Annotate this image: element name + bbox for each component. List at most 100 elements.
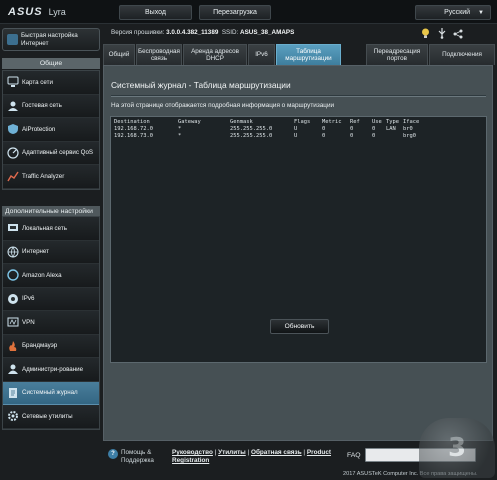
sidebar-item-label: IPv6 xyxy=(22,295,35,303)
table-header-row: Destination Gateway Genmask Flags Metric Ref U… xyxy=(112,119,421,126)
refresh-button[interactable]: Обновить xyxy=(270,319,329,334)
footer-link[interactable]: Утилиты xyxy=(218,449,246,456)
reboot-button[interactable]: Перезагрузка xyxy=(199,5,271,20)
sidebar-item-vpn[interactable]: VPN xyxy=(3,311,99,335)
sidebar-item-label: Локальная сеть xyxy=(22,224,67,232)
sidebar-item-globe[interactable]: Интернет xyxy=(3,240,99,264)
tab-3[interactable]: IPv6 xyxy=(248,44,275,65)
table-row: 192.168.72.0 * 255.255.255.0 U 0 0 0 LAN br0 xyxy=(112,126,421,133)
alexa-icon xyxy=(7,269,19,281)
sidebar-item-label: Интернет xyxy=(22,248,49,256)
gear-icon xyxy=(7,410,19,422)
footer-link[interactable]: Обратная связь xyxy=(251,449,302,456)
footer-link[interactable]: Руководство xyxy=(172,449,213,456)
watermark-logo: 3 xyxy=(419,418,495,478)
divider-highlight xyxy=(111,96,486,97)
general-nav: Карта сети Гостевая сеть AiProtection Адапт… xyxy=(2,70,100,190)
sidebar-item-label: Сетевые утилиты xyxy=(22,412,73,420)
sidebar: Быстрая настройка Интернет Общие Карта с… xyxy=(0,24,101,441)
sidebar-item-label: VPN xyxy=(22,318,35,326)
firmware-label: Версия прошивки: xyxy=(111,29,165,36)
sidebar-item-label: Администри-рование xyxy=(22,365,84,373)
top-bar: ASUS Lyra Выход Перезагрузка Русский ▼ xyxy=(0,0,497,24)
tab-bar: Общий Беспроводная связь Аренда адресов DH… xyxy=(103,44,497,65)
table-cell: 0 xyxy=(372,133,376,139)
tab-4[interactable]: Таблица маршрутизации xyxy=(276,44,341,65)
table-cell: U xyxy=(294,126,298,132)
language-select[interactable]: Русский ▼ xyxy=(415,5,491,20)
sidebar-item-alexa[interactable]: Amazon Alexa xyxy=(3,264,99,288)
share-icon[interactable] xyxy=(452,28,463,39)
lightbulb-icon[interactable] xyxy=(420,28,431,39)
ipv6-icon xyxy=(7,293,19,305)
tab-6[interactable]: Подключения xyxy=(429,44,495,65)
help-support[interactable]: ? Помощь & Поддержка xyxy=(108,449,165,464)
help-label: Помощь & Поддержка xyxy=(121,449,154,464)
globe-icon xyxy=(7,246,19,258)
chevron-down-icon: ▼ xyxy=(478,9,484,16)
admin-icon xyxy=(7,363,19,375)
advanced-nav: Локальная сеть Интернет Amazon Alexa IPv6 VP… xyxy=(2,216,100,430)
footer-links: Руководство | Утилиты | Обратная связь |… xyxy=(172,449,342,465)
table-cell: brg0 xyxy=(402,133,416,139)
table-cell: 192.168.73.0 xyxy=(114,133,153,139)
network-map-icon xyxy=(7,76,19,88)
status-icons xyxy=(420,28,463,39)
sidebar-item-gear[interactable]: Сетевые утилиты xyxy=(3,405,99,429)
faq-label: FAQ xyxy=(347,452,361,459)
table-cell: 255.255.255.0 xyxy=(230,126,273,132)
column-header: Type xyxy=(386,119,399,125)
page-title: Системный журнал - Таблица маршрутизации xyxy=(111,80,291,90)
table-cell: U xyxy=(294,133,298,139)
firmware-info: Версия прошивки: 3.0.0.4.382_11389 SSID:… xyxy=(111,29,294,36)
sidebar-item-ipv6[interactable]: IPv6 xyxy=(3,287,99,311)
column-header: Genmask xyxy=(230,119,253,125)
tab-2[interactable]: Аренда адресов DHCP xyxy=(183,44,247,65)
tab-5[interactable]: Переадресация портов xyxy=(366,44,428,65)
general-section-title: Общие xyxy=(2,58,100,69)
sidebar-item-guest-network[interactable]: Гостевая сеть xyxy=(3,94,99,118)
table-cell: * xyxy=(178,133,182,139)
column-header: Gateway xyxy=(178,119,201,125)
table-cell: * xyxy=(178,126,182,132)
ssid-label: SSID: xyxy=(221,29,239,36)
sidebar-item-shield[interactable]: AiProtection xyxy=(3,118,99,142)
sidebar-item-log[interactable]: Системный журнал xyxy=(3,381,99,405)
sidebar-item-firewall[interactable]: Брандмауэр xyxy=(3,334,99,358)
quick-setup-label: Быстрая настройка Интернет xyxy=(21,32,78,47)
quick-setup-button[interactable]: Быстрая настройка Интернет xyxy=(2,28,100,51)
usb-icon[interactable] xyxy=(436,28,447,39)
shield-icon xyxy=(7,123,19,135)
tab-1[interactable]: Беспроводная связь xyxy=(136,44,182,65)
routing-table: Destination Gateway Genmask Flags Metric Ref U… xyxy=(112,119,421,140)
sidebar-item-label: Адаптивный сервис QoS xyxy=(22,149,94,157)
lan-icon xyxy=(7,222,19,234)
sidebar-item-chart[interactable]: Traffic Analyzer xyxy=(3,165,99,189)
logout-button[interactable]: Выход xyxy=(119,5,192,20)
column-header: Use xyxy=(372,119,382,125)
table-cell: br0 xyxy=(402,126,413,132)
column-header: Iface xyxy=(402,119,420,125)
tab-0[interactable]: Общий xyxy=(103,44,135,65)
sidebar-item-qos[interactable]: Адаптивный сервис QoS xyxy=(3,141,99,165)
qos-icon xyxy=(7,147,19,159)
sidebar-item-lan[interactable]: Локальная сеть xyxy=(3,217,99,241)
table-row: 192.168.73.0 * 255.255.255.0 U 0 0 0 brg0 xyxy=(112,133,421,140)
table-cell: LAN xyxy=(386,126,396,132)
sidebar-item-label: Гостевая сеть xyxy=(22,102,62,110)
table-cell: 0 xyxy=(322,126,326,132)
sidebar-item-label: Системный журнал xyxy=(22,389,78,397)
table-cell: 255.255.255.0 xyxy=(230,133,273,139)
guest-network-icon xyxy=(7,100,19,112)
sidebar-item-label: Amazon Alexa xyxy=(22,271,62,279)
help-icon: ? xyxy=(108,449,118,459)
firewall-icon xyxy=(7,340,19,352)
page-description: На этой странице отображается подробная … xyxy=(111,102,335,109)
sidebar-item-network-map[interactable]: Карта сети xyxy=(3,71,99,95)
log-icon xyxy=(7,387,19,399)
sidebar-item-admin[interactable]: Администри-рование xyxy=(3,358,99,382)
language-value: Русский xyxy=(444,9,471,16)
brand-name: ASUS xyxy=(8,6,43,18)
column-header: Ref xyxy=(350,119,360,125)
table-cell: 0 xyxy=(350,133,354,139)
